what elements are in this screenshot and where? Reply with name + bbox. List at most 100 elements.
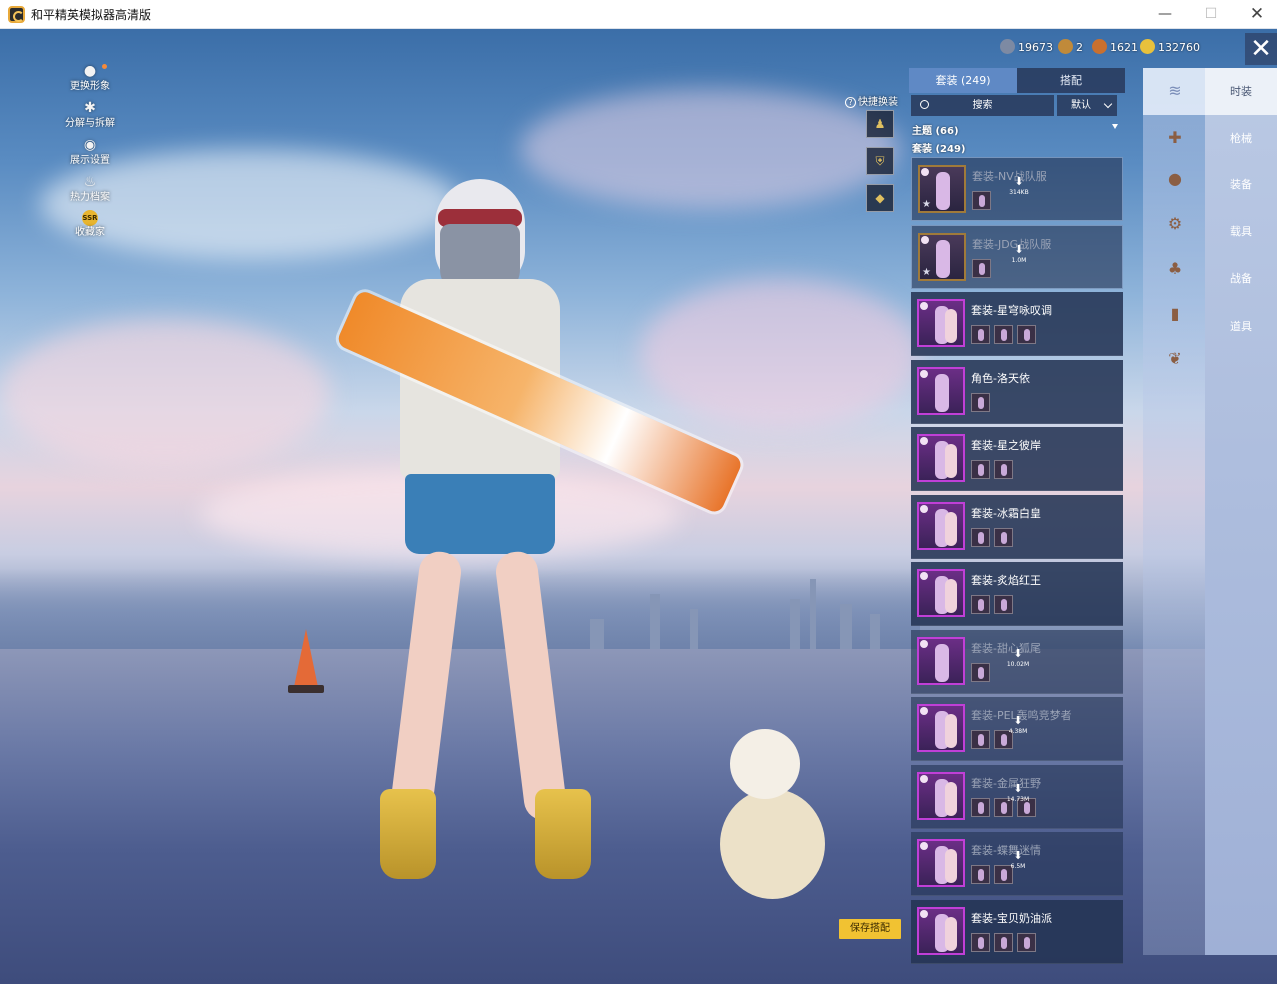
outfit-part-thumbnail[interactable]: [971, 730, 990, 749]
list-item[interactable]: 套装-蝶舞迷情 ⬇ 6.5M: [911, 832, 1123, 896]
category-combat-gear[interactable]: 战备: [1205, 255, 1277, 302]
download-button[interactable]: ⬇ 6.5M: [1006, 850, 1030, 871]
outfit-parts: [972, 191, 995, 210]
close-window-button[interactable]: ✕: [1234, 0, 1277, 29]
download-icon: ⬇: [1014, 175, 1024, 188]
outfit-part-thumbnail[interactable]: [971, 595, 990, 614]
outfit-part-thumbnail[interactable]: [971, 460, 990, 479]
outfit-part-thumbnail[interactable]: [971, 393, 990, 412]
wings-icon: ❦: [1168, 349, 1182, 368]
outfit-part-thumbnail[interactable]: [971, 325, 990, 344]
outfit-part-thumbnail[interactable]: [971, 798, 990, 817]
left-menu: ● 更换形象 ✱ 分解与拆解 ◉ 展示设置 ♨ 热力档案 SSR 收藏家: [55, 62, 125, 247]
currency-honor-tokens: 2: [1058, 38, 1083, 58]
outfit-part-thumbnail[interactable]: [994, 325, 1013, 344]
category-props[interactable]: 道具: [1205, 303, 1277, 350]
outfit-part-thumbnail[interactable]: [994, 595, 1013, 614]
minimize-button[interactable]: —: [1142, 0, 1188, 29]
download-button[interactable]: ⬇ 314KB: [1007, 176, 1031, 197]
list-item[interactable]: 套装-炙焰红王: [911, 562, 1123, 626]
category-vehicle[interactable]: 载具: [1205, 208, 1277, 255]
gun-icon: ✚: [1168, 128, 1182, 147]
item-box-icon: ▮: [1170, 304, 1180, 323]
rail-item-vehicle[interactable]: ⚙: [1143, 201, 1205, 248]
emblem-icon: [920, 842, 928, 850]
tab-combinations[interactable]: 搭配: [1017, 68, 1125, 93]
rail-item-helmet[interactable]: ●: [1143, 156, 1205, 203]
category-gun[interactable]: 枪械: [1205, 115, 1277, 162]
character-leg: [388, 549, 464, 823]
emblem-icon: [920, 370, 928, 378]
outfit-parts: [971, 460, 1017, 479]
currency-coupons: 1621: [1092, 38, 1138, 58]
quick-slot-helmet[interactable]: ⛨: [866, 147, 894, 175]
save-outfit-button[interactable]: 保存搭配: [839, 919, 901, 939]
close-panel-button[interactable]: ✕: [1245, 33, 1277, 65]
rail-item-gun[interactable]: ✚: [1143, 115, 1205, 162]
rail-item-wings[interactable]: ❦: [1143, 336, 1205, 383]
category-outfit[interactable]: 时装: [1205, 68, 1277, 115]
list-item[interactable]: 套装-金属狂野 ⬇ 14.73M: [911, 765, 1123, 829]
list-item[interactable]: 套装-宝贝奶油派: [911, 900, 1123, 964]
outfit-part-thumbnail[interactable]: [971, 528, 990, 547]
rail-item-outfit[interactable]: ≋: [1143, 68, 1205, 115]
caret-down-icon[interactable]: [1112, 124, 1118, 129]
character-shoe: [535, 789, 591, 879]
help-icon: ?: [845, 97, 856, 108]
decompose-button[interactable]: ✱ 分解与拆解: [55, 99, 125, 136]
collector-button[interactable]: SSR 收藏家: [55, 210, 125, 247]
quick-slot-outfit[interactable]: ♟: [866, 110, 894, 138]
sort-select[interactable]: 默认: [1057, 95, 1117, 116]
outfit-part-thumbnail[interactable]: [1017, 325, 1036, 344]
outfit-part-thumbnail[interactable]: [972, 191, 991, 210]
download-button[interactable]: ⬇ 4.38M: [1006, 715, 1030, 736]
download-button[interactable]: ⬇ 10.02M: [1006, 648, 1030, 669]
search-input[interactable]: 搜索: [911, 95, 1054, 116]
outfit-thumbnail: [917, 502, 965, 550]
outfit-part-thumbnail[interactable]: [971, 663, 990, 682]
download-button[interactable]: ⬇ 1.0M: [1007, 244, 1031, 265]
character-leg: [493, 549, 569, 823]
window-titlebar: 和平精英模拟器高清版 — ☐ ✕: [0, 0, 1277, 29]
group-header-themes[interactable]: 主题 (66): [912, 122, 959, 137]
outfit-part-thumbnail[interactable]: [972, 259, 991, 278]
heat-profile-button[interactable]: ♨ 热力档案: [55, 173, 125, 210]
list-item[interactable]: 套装-冰霜白皇: [911, 495, 1123, 559]
quick-swap-button[interactable]: ? 快捷换装: [845, 93, 898, 108]
puzzle-icon: ✱: [84, 100, 96, 116]
outfit-part-thumbnail[interactable]: [1017, 933, 1036, 952]
tab-outfits[interactable]: 套装 (249): [909, 68, 1017, 93]
currency-coins: 132760: [1140, 38, 1200, 58]
emblem-icon: [920, 775, 928, 783]
outfit-parts: [971, 528, 1017, 547]
list-item[interactable]: 套装-PEL轰鸣竞梦者 ⬇ 4.38M: [911, 697, 1123, 761]
download-button[interactable]: ⬇ 14.73M: [1006, 783, 1030, 804]
display-settings-button[interactable]: ◉ 展示设置: [55, 136, 125, 173]
flame-icon: ♨: [83, 174, 97, 190]
list-item[interactable]: ★ 套装-JDG战队服 ⬇ 1.0M: [911, 225, 1123, 289]
category-label-column: 时装 枪械 装备 载具 战备 道具: [1205, 68, 1277, 955]
list-item[interactable]: 角色-洛天依: [911, 360, 1123, 424]
list-item[interactable]: ★ 套装-NV战队服 ⬇ 314KB: [911, 157, 1123, 221]
category-equipment[interactable]: 装备: [1205, 161, 1277, 208]
rail-item-item-box[interactable]: ▮: [1143, 291, 1205, 338]
outfit-part-thumbnail[interactable]: [971, 933, 990, 952]
pet-companion[interactable]: [720, 729, 825, 909]
change-appearance-button[interactable]: ● 更换形象: [55, 62, 125, 99]
outfit-part-thumbnail[interactable]: [994, 460, 1013, 479]
quick-slot-vehicle[interactable]: ◆: [866, 184, 894, 212]
player-character[interactable]: [350, 179, 610, 899]
rail-item-parachute[interactable]: ♣: [1143, 246, 1205, 293]
download-size: 6.5M: [1010, 863, 1026, 870]
coupon-token-icon: [1092, 39, 1107, 54]
list-item[interactable]: 套装-星之彼岸: [911, 427, 1123, 491]
emblem-icon: [920, 707, 928, 715]
honor-token-icon: [1058, 39, 1073, 54]
list-item[interactable]: 套装-甜心狐尾 ⬇ 10.02M: [911, 630, 1123, 694]
outfit-part-thumbnail[interactable]: [994, 933, 1013, 952]
outfit-part-thumbnail[interactable]: [971, 865, 990, 884]
list-item[interactable]: 套装-星穹咏叹调: [911, 292, 1123, 356]
maximize-button[interactable]: ☐: [1188, 0, 1234, 29]
outfit-list-panel: 套装 (249) 搭配 搜索 默认 主题 (66) 套装 (249) ★ 套装-N…: [909, 68, 1125, 964]
outfit-part-thumbnail[interactable]: [994, 528, 1013, 547]
